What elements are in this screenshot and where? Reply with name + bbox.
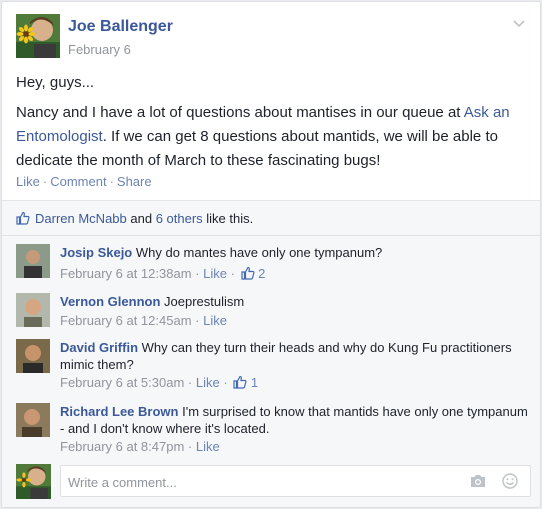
post-timestamp[interactable]: February 6 bbox=[68, 42, 131, 57]
comment-text: Josip Skejo Why do mantes have only one … bbox=[60, 244, 530, 261]
comment-like-count[interactable]: 2 bbox=[258, 266, 265, 281]
commenter-avatar[interactable] bbox=[16, 244, 50, 278]
smiley-icon[interactable] bbox=[502, 473, 518, 489]
meta-separator: · bbox=[191, 313, 204, 328]
chevron-down-icon[interactable] bbox=[512, 16, 526, 30]
thumbs-up-icon bbox=[16, 211, 30, 225]
post-card: Joe Ballenger February 6 Hey, guys... Na… bbox=[1, 1, 541, 508]
current-user-avatar[interactable] bbox=[16, 464, 51, 499]
comment-time[interactable]: February 6 at 12:38am bbox=[60, 266, 192, 281]
comment-like-button[interactable]: Like bbox=[196, 439, 220, 454]
commenter-avatar[interactable] bbox=[16, 339, 50, 373]
comment-text: Vernon Glennon Joeprestulism bbox=[60, 293, 530, 310]
comment-composer bbox=[16, 464, 531, 500]
meta-separator: · bbox=[226, 266, 239, 281]
share-button[interactable]: Share bbox=[117, 174, 152, 189]
comment-input[interactable] bbox=[68, 473, 448, 491]
commenter-name-link[interactable]: David Griffin bbox=[60, 340, 138, 355]
post-text-before-link: Nancy and I have a lot of questions abou… bbox=[16, 104, 464, 121]
comment-like-button[interactable]: Like bbox=[196, 375, 220, 390]
meta-separator: · bbox=[184, 439, 196, 454]
comment-meta: February 6 at 5:30am · Like · 1 bbox=[60, 375, 258, 390]
others-link[interactable]: 6 others bbox=[156, 211, 203, 226]
post-author-link[interactable]: Joe Ballenger bbox=[68, 18, 173, 36]
likes-and: and bbox=[126, 211, 156, 226]
like-button[interactable]: Like bbox=[16, 174, 40, 189]
post-header: Joe Ballenger February 6 bbox=[16, 14, 526, 60]
likes-suffix: like this. bbox=[202, 211, 254, 226]
comment-time[interactable]: February 6 at 8:47pm bbox=[60, 439, 184, 454]
comment-text: David Griffin Why can they turn their he… bbox=[60, 339, 530, 373]
author-avatar[interactable] bbox=[16, 14, 60, 58]
comment-like-button[interactable]: Like bbox=[203, 313, 227, 328]
thumbs-up-icon bbox=[240, 266, 255, 280]
commenter-name-link[interactable]: Richard Lee Brown bbox=[60, 404, 178, 419]
comment-like-button[interactable]: Like bbox=[203, 266, 227, 281]
post-body: Hey, guys... Nancy and I have a lot of q… bbox=[16, 71, 528, 179]
comment-text: Richard Lee Brown I'm surprised to know … bbox=[60, 403, 530, 437]
action-separator: · bbox=[42, 174, 48, 189]
comment-body: Why do mantes have only one tympanum? bbox=[135, 245, 383, 260]
meta-separator: · bbox=[219, 375, 232, 390]
comment-body: Joeprestulism bbox=[164, 294, 245, 309]
post-greeting: Hey, guys... bbox=[16, 74, 95, 91]
comment-meta: February 6 at 12:38am · Like · 2 bbox=[60, 266, 265, 281]
action-separator: · bbox=[109, 174, 114, 189]
liker-link[interactable]: Darren McNabb bbox=[35, 211, 127, 226]
comment-meta: February 6 at 8:47pm · Like bbox=[60, 439, 220, 454]
comment-time[interactable]: February 6 at 12:45am bbox=[60, 313, 192, 328]
post-actions: Like · Comment · Share bbox=[16, 174, 152, 189]
comment-box bbox=[60, 465, 531, 497]
comment-button[interactable]: Comment bbox=[50, 174, 106, 189]
commenter-avatar[interactable] bbox=[16, 293, 50, 327]
comment-meta: February 6 at 12:45am · Like bbox=[60, 313, 227, 328]
meta-separator: · bbox=[184, 375, 196, 390]
post-paragraph: Nancy and I have a lot of questions abou… bbox=[16, 101, 528, 173]
likes-text: Darren McNabb and 6 others like this. bbox=[35, 211, 253, 226]
comment-like-count[interactable]: 1 bbox=[251, 375, 258, 390]
thumbs-up-icon bbox=[233, 375, 247, 389]
likes-summary: Darren McNabb and 6 others like this. bbox=[2, 200, 540, 236]
meta-separator: · bbox=[191, 266, 204, 281]
commenter-name-link[interactable]: Vernon Glennon bbox=[60, 294, 160, 309]
comment-time[interactable]: February 6 at 5:30am bbox=[60, 375, 184, 390]
commenter-avatar[interactable] bbox=[16, 403, 50, 437]
commenter-name-link[interactable]: Josip Skejo bbox=[60, 245, 132, 260]
camera-icon[interactable] bbox=[470, 474, 486, 488]
